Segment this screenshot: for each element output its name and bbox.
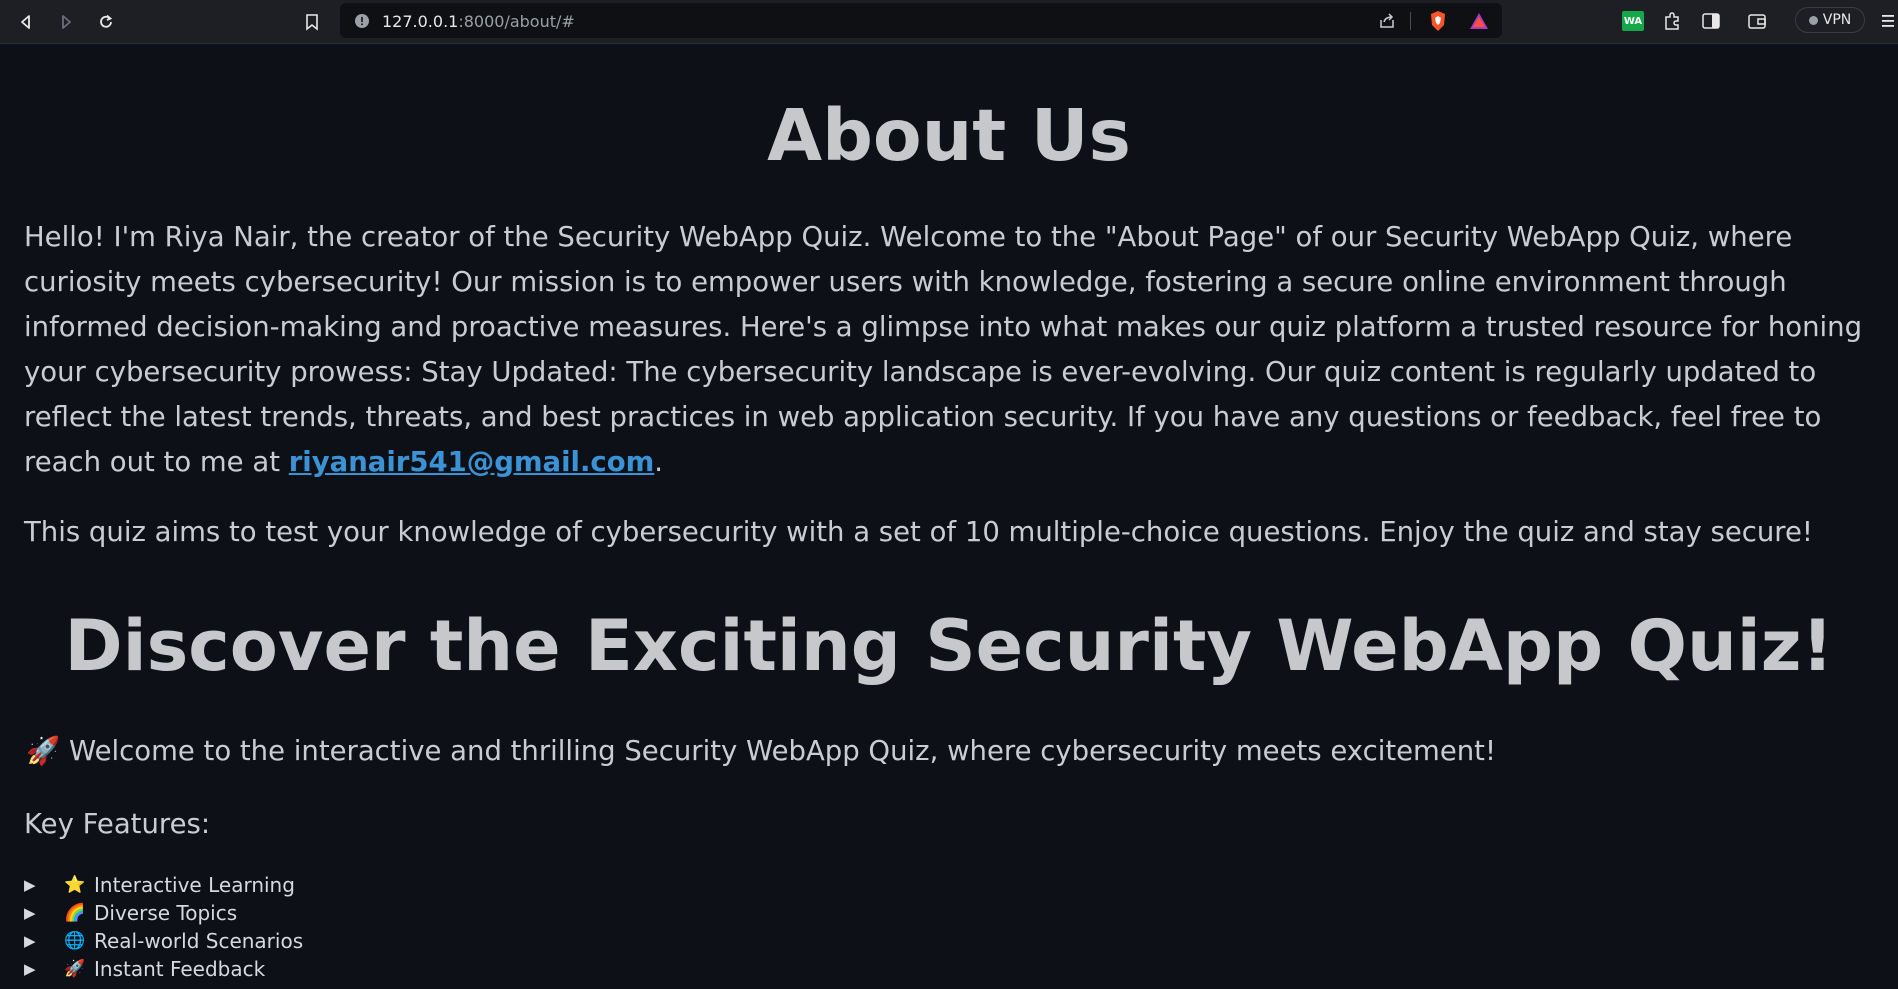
browser-toolbar: 127.0.0.1:8000/about/# WA VPN xyxy=(0,0,1898,44)
feature-item-diverse-topics[interactable]: ▶ 🌈 Diverse Topics xyxy=(24,899,303,927)
feature-label: Diverse Topics xyxy=(94,901,238,925)
vpn-label: VPN xyxy=(1822,12,1852,28)
email-link[interactable]: riyanair541@gmail.com xyxy=(289,446,655,478)
quiz-description: This quiz aims to test your knowledge of… xyxy=(24,516,1813,548)
feature-item-real-world-scenarios[interactable]: ▶ 🌐 Real-world Scenarios xyxy=(24,927,303,955)
disclosure-triangle-icon: ▶ xyxy=(24,960,36,978)
forward-arrow-icon xyxy=(62,15,71,29)
brave-shields-icon[interactable] xyxy=(1428,10,1448,32)
whatsapp-extension-icon[interactable]: WA xyxy=(1622,11,1644,31)
globe-icon: 🌐 xyxy=(64,931,86,951)
welcome-line: 🚀 Welcome to the interactive and thrilli… xyxy=(26,729,1496,774)
site-info-icon[interactable] xyxy=(354,13,370,29)
feature-label: Interactive Learning xyxy=(94,873,295,897)
rocket-icon: 🚀 xyxy=(64,959,86,979)
rainbow-icon: 🌈 xyxy=(64,903,86,923)
sidebar-toggle-icon[interactable] xyxy=(1701,11,1721,31)
vpn-button[interactable]: VPN xyxy=(1795,7,1865,33)
feature-item-interactive-learning[interactable]: ▶ ⭐ Interactive Learning xyxy=(24,871,303,899)
extensions-puzzle-icon[interactable] xyxy=(1662,11,1682,31)
menu-icon[interactable] xyxy=(1880,12,1894,30)
feature-label: Instant Feedback xyxy=(94,957,266,981)
welcome-text: Welcome to the interactive and thrilling… xyxy=(69,735,1496,767)
disclosure-triangle-icon: ▶ xyxy=(24,932,36,950)
discover-heading: Discover the Exciting Security WebApp Qu… xyxy=(64,605,1834,687)
page-title: About Us xyxy=(767,94,1131,177)
url-text[interactable]: 127.0.0.1:8000/about/# xyxy=(382,12,575,31)
bookmark-icon xyxy=(306,14,318,31)
url-path: :8000/about/# xyxy=(458,12,575,31)
page-content: About Us Hello! I'm Riya Nair, the creat… xyxy=(0,44,1898,989)
about-paragraph: Hello! I'm Riya Nair, the creator of the… xyxy=(24,215,1874,485)
about-paragraph-end: . xyxy=(654,446,664,478)
address-bar[interactable]: 127.0.0.1:8000/about/# xyxy=(340,3,1502,38)
star-icon: ⭐ xyxy=(64,875,86,895)
url-host: 127.0.0.1 xyxy=(382,12,459,31)
disclosure-triangle-icon: ▶ xyxy=(24,904,36,922)
vpn-status-icon xyxy=(1808,15,1818,25)
about-paragraph-text: Hello! I'm Riya Nair, the creator of the… xyxy=(24,221,1863,478)
bookmark-button[interactable] xyxy=(298,8,326,36)
wallet-icon[interactable] xyxy=(1747,11,1767,31)
rocket-icon: 🚀 xyxy=(26,735,61,767)
feature-item-instant-feedback[interactable]: ▶ 🚀 Instant Feedback xyxy=(24,955,303,983)
forward-button[interactable] xyxy=(52,8,80,36)
back-button[interactable] xyxy=(12,8,40,36)
wa-label: WA xyxy=(1623,15,1643,27)
features-list: ▶ ⭐ Interactive Learning ▶ 🌈 Diverse Top… xyxy=(24,871,303,983)
reload-icon xyxy=(100,14,113,28)
brave-rewards-icon[interactable] xyxy=(1468,11,1490,31)
feature-label: Real-world Scenarios xyxy=(94,929,304,953)
disclosure-triangle-icon: ▶ xyxy=(24,876,36,894)
back-arrow-icon xyxy=(21,15,30,29)
share-icon[interactable] xyxy=(1378,12,1396,30)
key-features-label: Key Features: xyxy=(24,808,211,840)
address-divider xyxy=(1410,12,1411,30)
reload-button[interactable] xyxy=(92,8,120,36)
